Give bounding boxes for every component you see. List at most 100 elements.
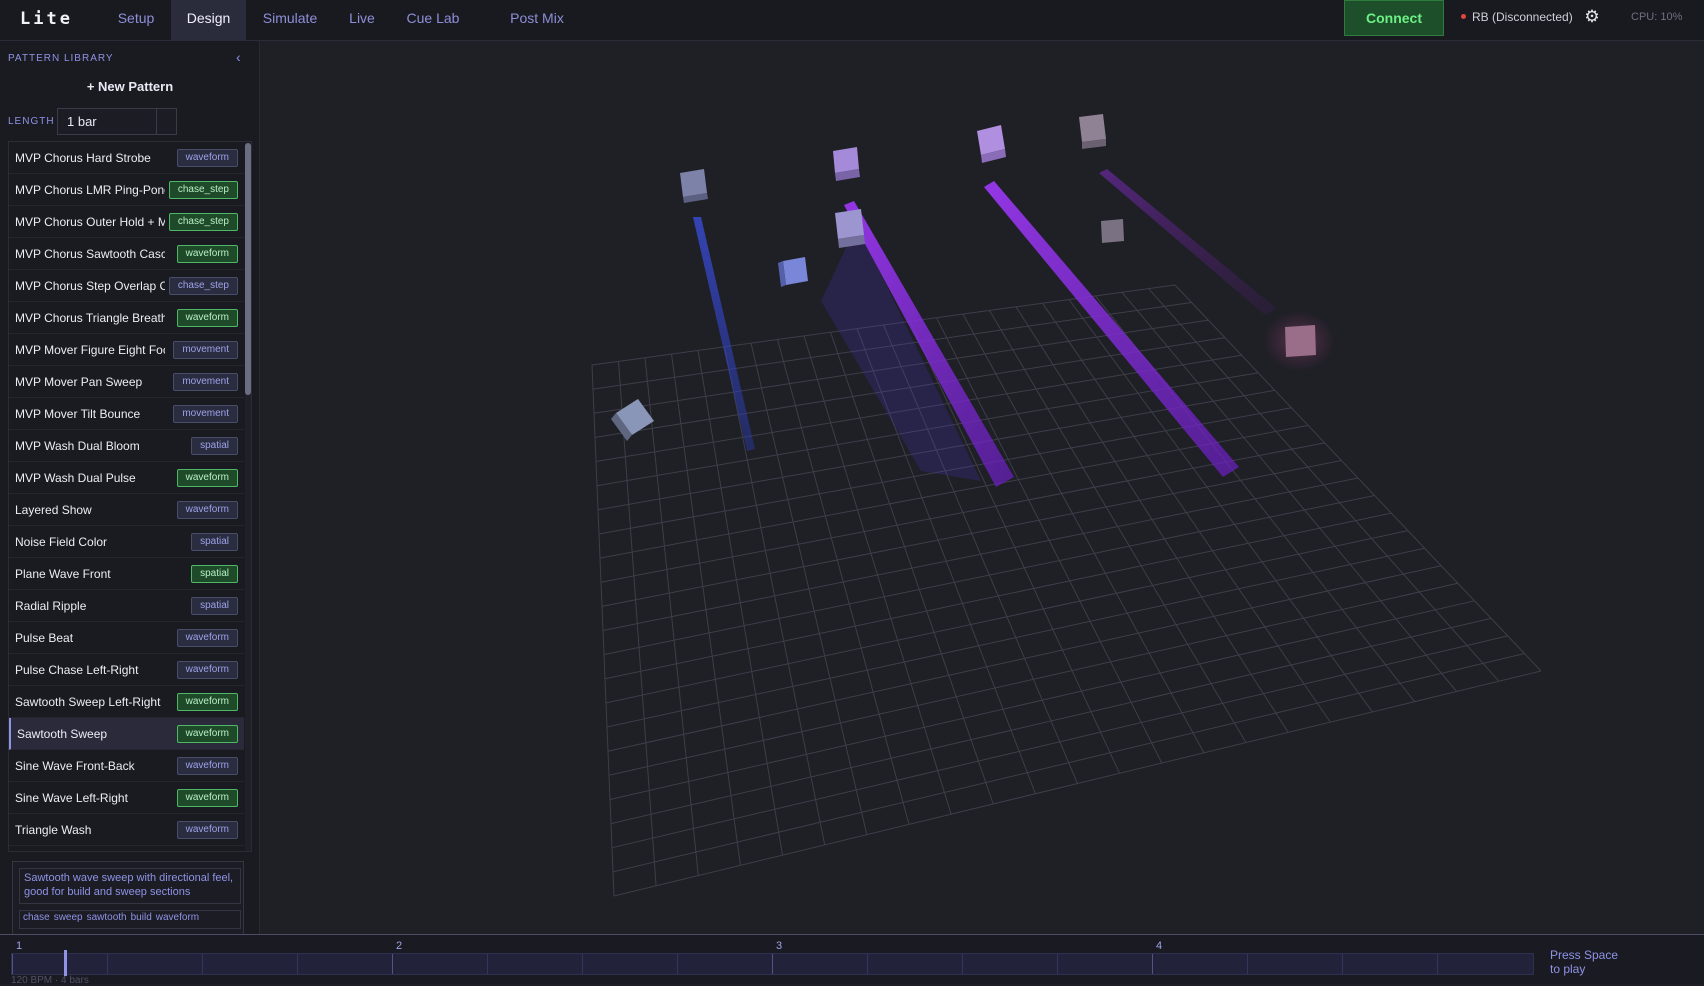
tag-chip[interactable]: sawtooth: [87, 912, 127, 923]
pattern-name: Layered Show: [15, 503, 92, 517]
pattern-name: MVP Chorus Hard Strobe: [15, 151, 151, 165]
tab-simulate[interactable]: Simulate: [254, 0, 326, 41]
fixture-1: [680, 169, 708, 203]
fixture-5: [835, 209, 865, 248]
pattern-list-item[interactable]: MVP Chorus Sawtooth Cascade waveform: [9, 238, 244, 270]
bar-line: [1152, 954, 1153, 974]
gear-icon[interactable]: ⚙: [1583, 8, 1601, 26]
bar-marker-1: 1: [16, 940, 23, 952]
pattern-list-item[interactable]: MVP Chorus Outer Hold + Mid chase_step: [9, 206, 244, 238]
pattern-type-badge: spatial: [191, 597, 238, 615]
pattern-list-item[interactable]: MVP Mover Pan Sweep movement: [9, 366, 244, 398]
pattern-name: MVP Mover Pan Sweep: [15, 375, 143, 389]
pattern-type-badge: chase_step: [168, 213, 238, 231]
tag-chip[interactable]: chase: [23, 912, 50, 923]
3d-viewport[interactable]: [261, 41, 1704, 934]
pattern-list-item[interactable]: Sawtooth Sweep Left-Right waveform: [9, 686, 244, 718]
pattern-type-badge: spatial: [191, 437, 238, 455]
stage-scene: [591, 114, 1542, 897]
tab-cue-lab[interactable]: Cue Lab: [398, 0, 468, 41]
pattern-name: MVP Chorus Sawtooth Cascade: [15, 247, 165, 261]
bar-line: [772, 954, 773, 974]
pattern-name: MVP Wash Dual Bloom: [15, 439, 140, 453]
pattern-description[interactable]: Sawtooth wave sweep with directional fee…: [19, 868, 241, 904]
tag-chip[interactable]: build: [131, 912, 152, 923]
pattern-type-badge: movement: [173, 405, 238, 423]
tag-chip[interactable]: sweep: [54, 912, 83, 923]
grid-line: [613, 670, 1542, 897]
pattern-list: MVP Chorus Hard Strobe waveform MVP Chorus…: [8, 141, 252, 852]
grid-line: [605, 530, 1409, 704]
pattern-list-item[interactable]: Radial Ripple spatial: [9, 590, 244, 622]
pattern-list-item[interactable]: Pulse Chase Left-Right waveform: [9, 654, 244, 686]
pattern-type-badge: spatial: [191, 533, 238, 551]
beat-line: [1342, 954, 1343, 974]
pattern-list-item[interactable]: Pulse Beat waveform: [9, 622, 244, 654]
timeline-track[interactable]: [11, 953, 1534, 975]
pattern-library-panel: PATTERN LIBRARY ‹ + New Pattern LENGTH 1…: [0, 41, 260, 935]
pattern-list-item[interactable]: Sawtooth Sweep waveform: [9, 718, 244, 750]
cpu-usage: CPU: 10%: [1631, 11, 1683, 23]
grid-line: [606, 547, 1425, 728]
select-divider: [156, 109, 157, 134]
pattern-name: Sine Wave Left-Right: [15, 791, 128, 805]
beat-line: [1057, 954, 1058, 974]
pattern-name: Sawtooth Sweep: [17, 727, 108, 741]
pattern-list-item[interactable]: MVP Wash Dual Pulse waveform: [9, 462, 244, 494]
pattern-list-item[interactable]: MVP Chorus Triangle Breath waveform: [9, 302, 244, 334]
pattern-list-item[interactable]: Noise Field Color spatial: [9, 526, 244, 558]
pattern-list-item[interactable]: Triangle Wash waveform: [9, 814, 244, 846]
pattern-type-badge: waveform: [176, 309, 238, 327]
pattern-list-scrollbar[interactable]: [245, 143, 251, 851]
playback-hint: Press Space to play: [1550, 948, 1619, 976]
pattern-list-item[interactable]: Layered Show waveform: [9, 494, 244, 526]
grid-line: [602, 477, 1359, 631]
pattern-list-item[interactable]: Sine Wave Left-Right waveform: [9, 782, 244, 814]
top-bar: Lite Setup Design Simulate Live Cue Lab …: [0, 0, 1704, 41]
grid-line: [936, 317, 1163, 764]
pattern-type-badge: chase_step: [168, 277, 238, 295]
tag-chip[interactable]: waveform: [156, 912, 199, 923]
pattern-list-item[interactable]: MVP Mover Tilt Bounce movement: [9, 398, 244, 430]
grid-line: [612, 653, 1525, 873]
pattern-name: MVP Chorus LMR Ping-Pong: [15, 183, 165, 197]
pattern-list-item[interactable]: Plane Wave Front spatial: [9, 558, 244, 590]
length-label: LENGTH: [8, 116, 55, 127]
beam-blue: [693, 217, 755, 451]
pattern-list-item[interactable]: MVP Mover Figure Eight Focus movement: [9, 334, 244, 366]
chevron-left-icon[interactable]: ‹: [236, 49, 241, 65]
tab-post-mix[interactable]: Post Mix: [500, 0, 574, 41]
bar-marker-4: 4: [1156, 940, 1163, 952]
pattern-name: MVP Chorus Triangle Breath: [15, 311, 165, 325]
pattern-tags[interactable]: chase sweep sawtooth build waveform: [19, 910, 241, 929]
playhead[interactable]: [64, 950, 68, 976]
beat-line: [297, 954, 298, 974]
length-select[interactable]: 1 bar: [57, 108, 177, 135]
pattern-list-item[interactable]: MVP Wash Dual Bloom spatial: [9, 430, 244, 462]
new-pattern-button[interactable]: + New Pattern: [30, 79, 230, 94]
panel-title: PATTERN LIBRARY: [8, 53, 114, 64]
tab-live[interactable]: Live: [342, 0, 382, 41]
bar-marker-2: 2: [396, 940, 403, 952]
pattern-list-item[interactable]: Sine Wave Front-Back waveform: [9, 750, 244, 782]
pattern-list-item[interactable]: MVP Chorus Step Overlap Chasechase_step: [9, 270, 244, 302]
beat-line: [1247, 954, 1248, 974]
pattern-name: MVP Mover Figure Eight Focus: [15, 343, 165, 357]
beat-line: [202, 954, 203, 974]
pattern-type-badge: spatial: [191, 565, 238, 583]
tab-setup[interactable]: Setup: [106, 0, 166, 41]
connect-button[interactable]: Connect: [1344, 0, 1444, 36]
beat-line: [867, 954, 868, 974]
pattern-type-badge: waveform: [176, 757, 238, 775]
pattern-type-badge: waveform: [176, 149, 238, 167]
pattern-type-badge: waveform: [176, 693, 238, 711]
pattern-type-badge: movement: [173, 373, 238, 391]
pattern-type-badge: waveform: [176, 789, 238, 807]
scrollbar-thumb[interactable]: [245, 143, 251, 395]
fixture-7: [1101, 219, 1124, 243]
pattern-type-badge: chase_step: [168, 181, 238, 199]
tab-design[interactable]: Design: [171, 0, 246, 41]
connection-status: RB (Disconnected): [1461, 10, 1573, 24]
pattern-list-item[interactable]: MVP Chorus LMR Ping-Pong chase_step: [9, 174, 244, 206]
pattern-list-item[interactable]: MVP Chorus Hard Strobe waveform: [9, 142, 244, 174]
